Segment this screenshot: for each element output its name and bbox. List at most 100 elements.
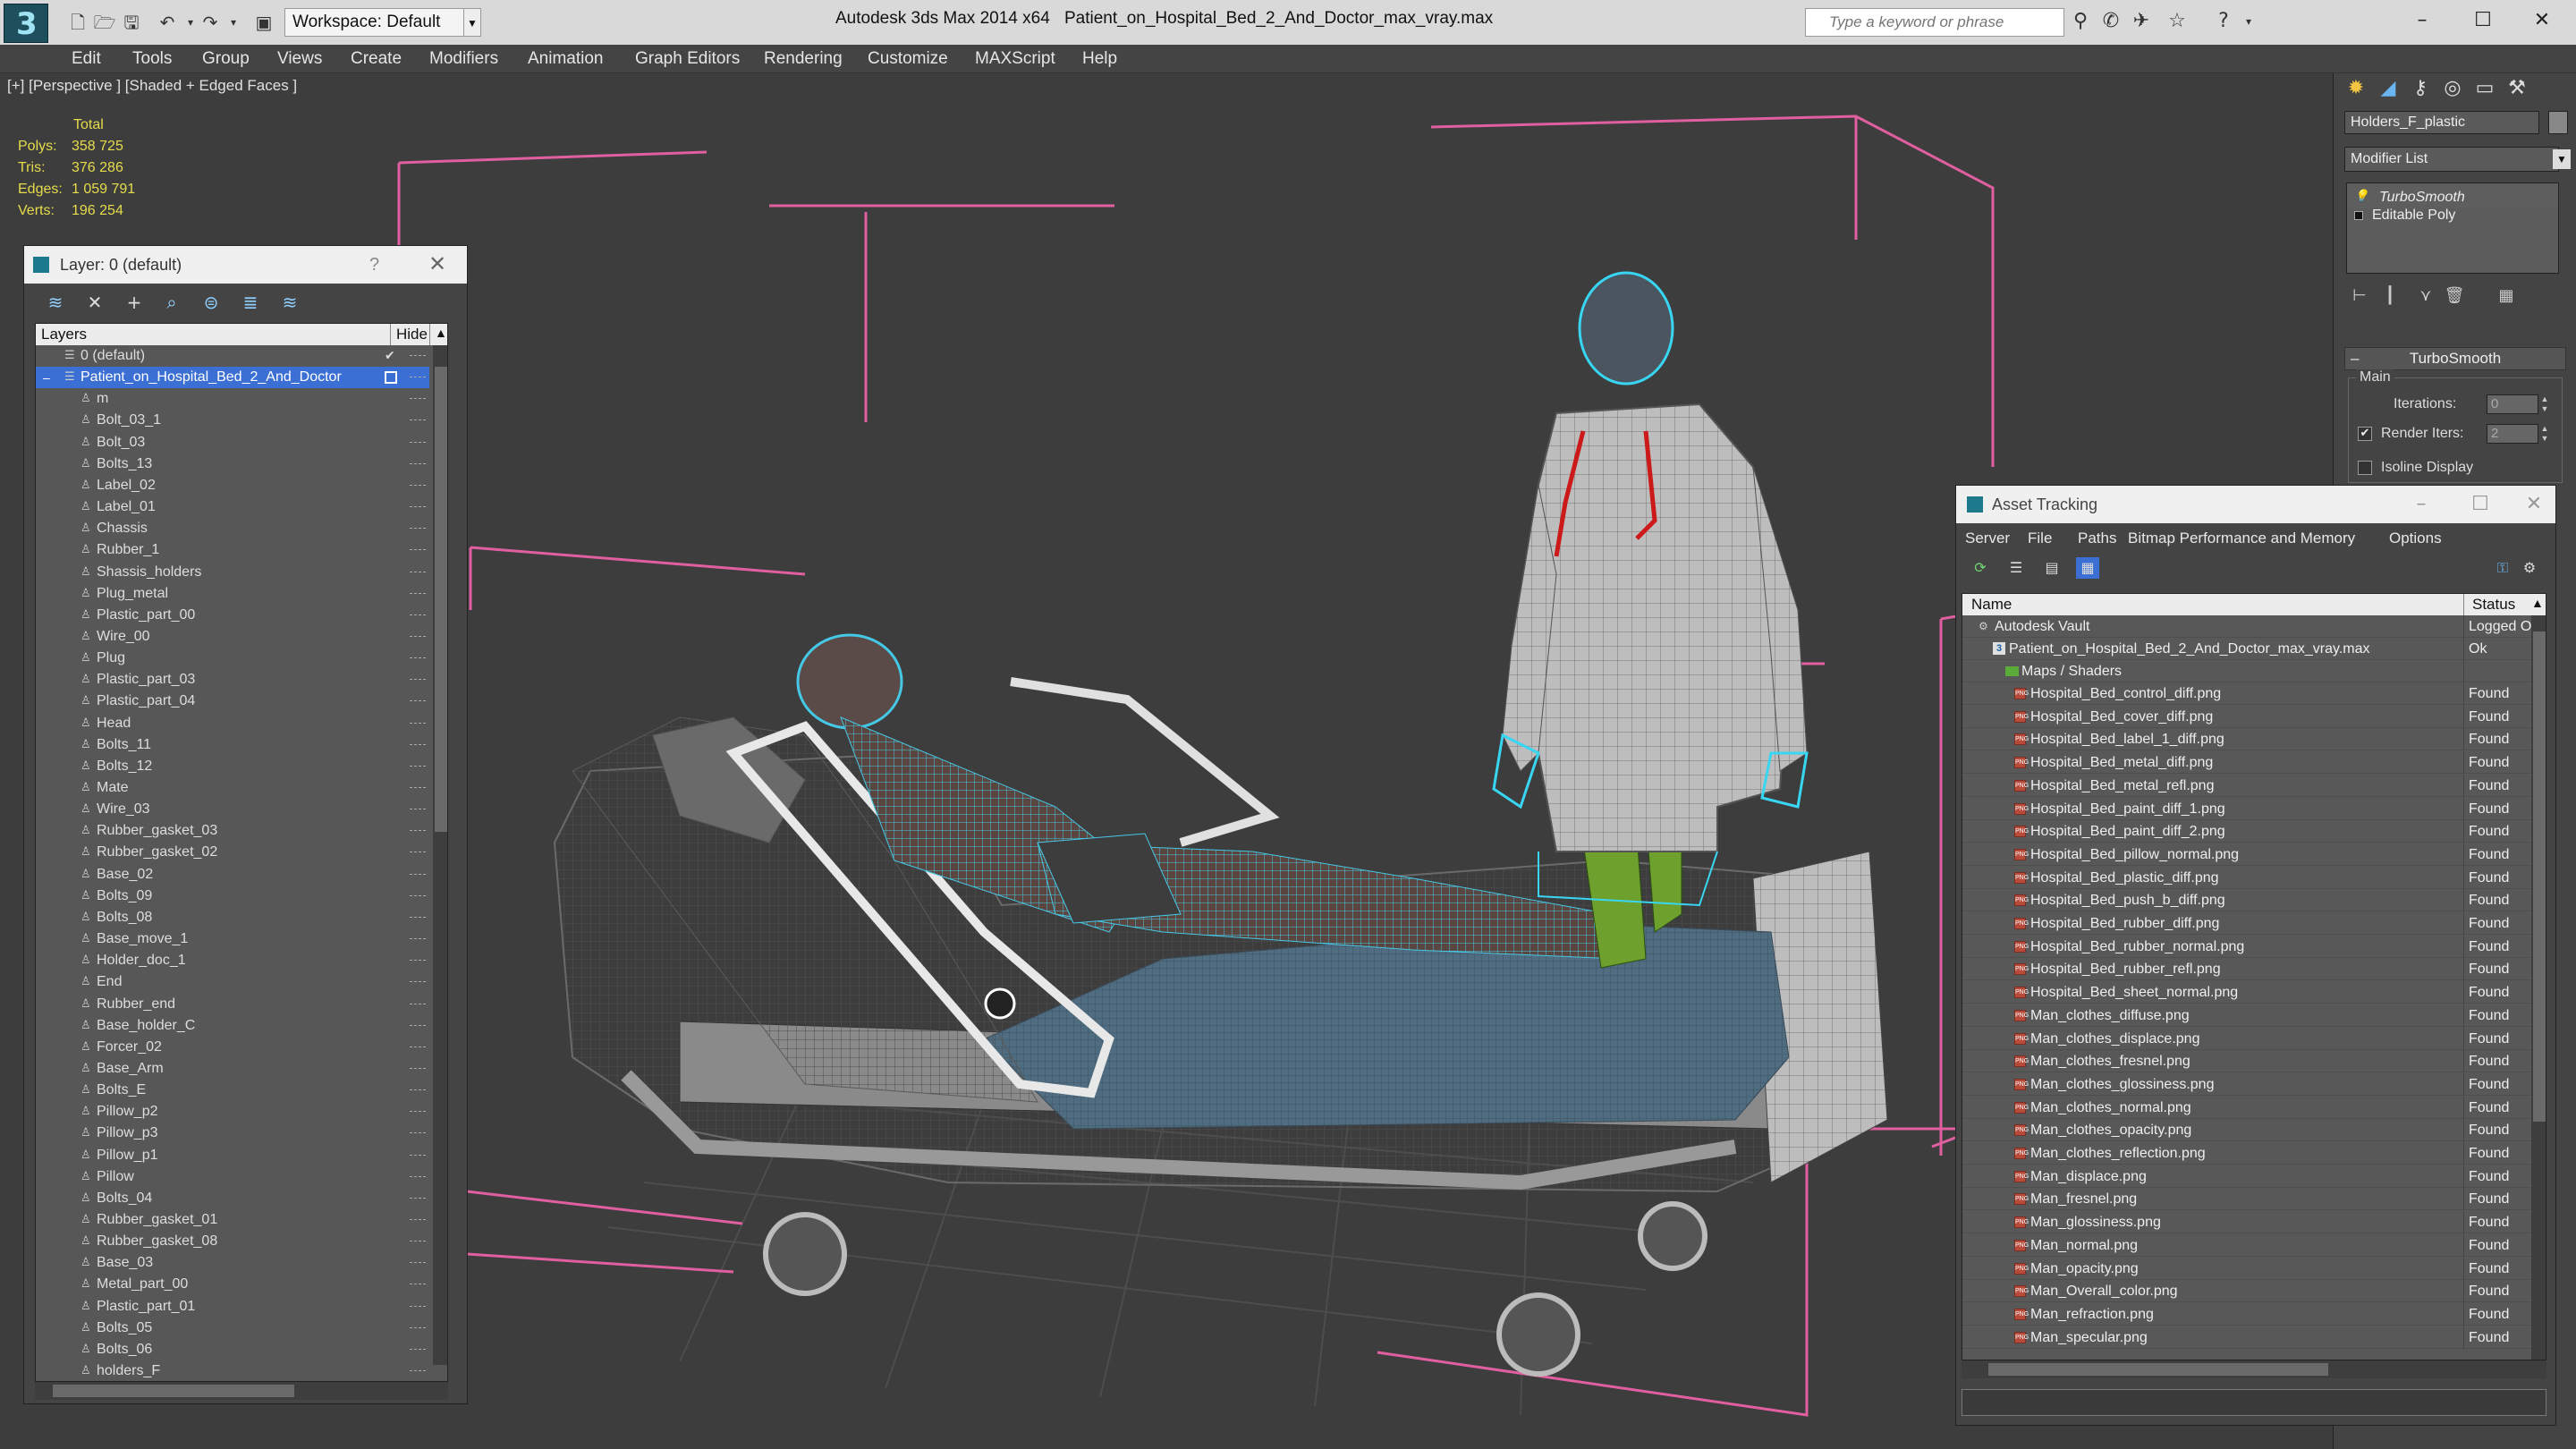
- asset-row-file[interactable]: PNG Man_Overall_color.png Found: [1962, 1280, 2531, 1303]
- utilities-tab-icon[interactable]: ⚒: [2502, 73, 2532, 104]
- menu-views[interactable]: Views: [277, 49, 322, 69]
- communication-center-icon[interactable]: ✆: [2098, 9, 2123, 34]
- table-view-icon[interactable]: ▤: [2040, 557, 2063, 579]
- show-end-result-icon[interactable]: ┃: [2378, 284, 2402, 308]
- new-file-icon[interactable]: 🗋: [66, 11, 89, 34]
- hide-toggle[interactable]: [410, 1046, 426, 1049]
- pin-stack-icon[interactable]: ⊢: [2348, 284, 2371, 308]
- layer-object-item[interactable]: ♙ Rubber_gasket_02: [36, 842, 429, 863]
- hide-toggle[interactable]: [410, 1326, 426, 1330]
- maximize-icon[interactable]: ☐: [2462, 486, 2498, 523]
- project-folder-icon[interactable]: ▣: [252, 11, 275, 34]
- asset-row-file[interactable]: PNG Man_clothes_fresnel.png Found: [1962, 1050, 2531, 1073]
- hide-toggle[interactable]: [410, 1089, 426, 1092]
- hide-toggle[interactable]: [410, 1370, 426, 1373]
- hide-toggle[interactable]: [410, 528, 426, 530]
- layer-object-item[interactable]: ♙ Forcer_02: [36, 1037, 429, 1058]
- hide-toggle[interactable]: [410, 1024, 426, 1028]
- close-icon[interactable]: ✕: [2516, 486, 2552, 523]
- hide-toggle[interactable]: [410, 398, 426, 401]
- hide-toggle[interactable]: [410, 1175, 426, 1179]
- hide-toggle[interactable]: [410, 1305, 426, 1309]
- asset-row-file[interactable]: PNG Hospital_Bed_control_diff.png Found: [1962, 682, 2531, 705]
- hide-toggle[interactable]: [410, 852, 426, 854]
- layer-object-item[interactable]: ♙ Plastic_part_03: [36, 669, 429, 691]
- hide-toggle[interactable]: [410, 1003, 426, 1006]
- hide-toggle[interactable]: [410, 1262, 426, 1265]
- scroll-thumb[interactable]: [435, 367, 447, 832]
- hide-toggle[interactable]: [410, 549, 426, 552]
- asset-row-file[interactable]: PNG Man_clothes_opacity.png Found: [1962, 1119, 2531, 1142]
- hide-toggle[interactable]: [410, 743, 426, 747]
- asset-row-file[interactable]: PNG Hospital_Bed_rubber_normal.png Found: [1962, 935, 2531, 958]
- menu-options[interactable]: Options: [2389, 530, 2442, 547]
- hide-toggle[interactable]: [410, 981, 426, 984]
- asset-table[interactable]: Name Status ▲ ⚙ Autodesk Vault Logged O …: [1962, 593, 2546, 1360]
- column-name[interactable]: Name: [1971, 596, 2012, 614]
- spinner-arrows-icon[interactable]: ▲ ▼: [2538, 424, 2551, 444]
- layer-object-item[interactable]: ♙ Rubber_1: [36, 539, 429, 561]
- hide-toggle[interactable]: [410, 571, 426, 574]
- scroll-thumb[interactable]: [53, 1385, 294, 1397]
- scroll-up-icon[interactable]: ▲: [435, 326, 447, 340]
- add-to-layer-icon[interactable]: +: [123, 291, 146, 314]
- hide-toggle[interactable]: [410, 1219, 426, 1222]
- menu-edit[interactable]: Edit: [72, 49, 101, 69]
- layer-object-item[interactable]: ♙ Pillow_p1: [36, 1145, 429, 1166]
- hide-toggle[interactable]: [410, 1132, 426, 1135]
- layer-patient-on-hospital-bed[interactable]: ☰ Patient_on_Hospital_Bed_2_And_Doctor –: [36, 367, 429, 389]
- layer-object-item[interactable]: ♙ Rubber_gasket_03: [36, 820, 429, 842]
- layer-object-item[interactable]: ♙ Pillow_p2: [36, 1101, 429, 1123]
- asset-row-file[interactable]: PNG Hospital_Bed_label_1_diff.png Found: [1962, 728, 2531, 751]
- hide-toggle[interactable]: [410, 765, 426, 768]
- hide-toggle[interactable]: [410, 830, 426, 833]
- iterations-spinner[interactable]: 0: [2487, 394, 2538, 414]
- layer-object-item[interactable]: ♙ Rubber_gasket_08: [36, 1231, 429, 1252]
- app-logo-icon[interactable]: 3: [4, 4, 48, 43]
- asset-row-file[interactable]: PNG Hospital_Bed_metal_refl.png Found: [1962, 774, 2531, 797]
- layer-horizontal-scrollbar[interactable]: [35, 1382, 448, 1400]
- list-view-icon[interactable]: ☰: [2004, 557, 2028, 579]
- dropdown-arrow-icon[interactable]: ▼: [2553, 149, 2571, 169]
- menu-graph-editors[interactable]: Graph Editors: [635, 49, 740, 69]
- column-hide[interactable]: Hide: [396, 326, 428, 343]
- hide-toggle[interactable]: [410, 809, 426, 811]
- menu-maxscript[interactable]: MAXScript: [975, 49, 1055, 69]
- asset-row-file[interactable]: PNG Man_displace.png Found: [1962, 1165, 2531, 1188]
- asset-row-file[interactable]: PNG Hospital_Bed_cover_diff.png Found: [1962, 705, 2531, 728]
- help-button[interactable]: ?: [369, 246, 379, 284]
- layer-object-item[interactable]: ♙ Shassis_holders: [36, 562, 429, 583]
- modify-tab-icon[interactable]: ◢: [2373, 73, 2403, 104]
- workspace-dropdown[interactable]: Workspace: Default: [284, 8, 479, 37]
- hide-toggle[interactable]: [410, 462, 426, 466]
- redo-dropdown-icon[interactable]: ▾: [222, 11, 245, 34]
- column-layers[interactable]: Layers: [41, 326, 87, 343]
- layer-tree[interactable]: Layers Hide ▲ ☰ 0 (default) ✔ ☰ Patient_on_H…: [35, 323, 448, 1382]
- asset-path-field[interactable]: [1962, 1389, 2546, 1416]
- hide-toggle[interactable]: [410, 1154, 426, 1157]
- asset-row-folder[interactable]: Maps / Shaders: [1962, 660, 2531, 682]
- open-file-icon[interactable]: 🗁: [93, 11, 116, 34]
- hide-toggle[interactable]: [410, 484, 426, 487]
- menu-rendering[interactable]: Rendering: [764, 49, 843, 69]
- asset-row-file[interactable]: PNG Hospital_Bed_pillow_normal.png Found: [1962, 843, 2531, 866]
- viewport-label[interactable]: [+] [Perspective ] [Shaded + Edged Faces…: [7, 77, 297, 95]
- asset-vertical-scrollbar[interactable]: [2531, 615, 2546, 1360]
- help-dropdown-icon[interactable]: ▾: [2236, 9, 2261, 34]
- layer-object-item[interactable]: ♙ Head: [36, 713, 429, 734]
- redo-icon[interactable]: ↷: [199, 11, 222, 34]
- hide-toggle[interactable]: [410, 419, 426, 422]
- asset-row-file[interactable]: PNG Hospital_Bed_rubber_refl.png Found: [1962, 958, 2531, 981]
- layer-object-item[interactable]: ♙ Wire_03: [36, 799, 429, 820]
- isoline-display-checkbox[interactable]: [2358, 461, 2372, 475]
- undo-icon[interactable]: ↶: [156, 11, 179, 34]
- scroll-up-icon[interactable]: ▲: [2531, 596, 2544, 610]
- hide-toggle[interactable]: [410, 1111, 426, 1114]
- highlight-layer-icon[interactable]: ⊜: [199, 291, 223, 314]
- freeze-all-layers-icon[interactable]: ≋: [278, 291, 301, 314]
- menu-server[interactable]: Server: [1965, 530, 2010, 547]
- asset-row-file[interactable]: PNG Man_clothes_displace.png Found: [1962, 1027, 2531, 1050]
- layer-object-item[interactable]: ♙ Label_01: [36, 496, 429, 518]
- create-tab-icon[interactable]: ✹: [2341, 73, 2371, 104]
- menu-help[interactable]: Help: [1082, 49, 1117, 69]
